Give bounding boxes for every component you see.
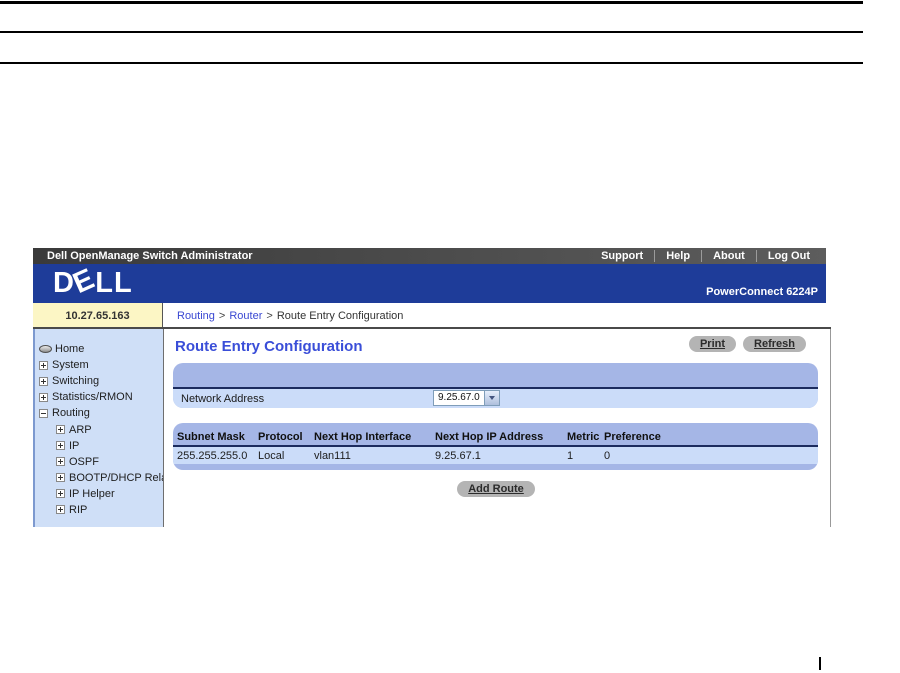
- navigation-tree: Home System Switching Statistics/RMON Ro…: [33, 329, 164, 527]
- network-address-row: Network Address 9.25.67.0: [173, 389, 818, 408]
- dell-logo: DELL: [53, 262, 133, 300]
- sidebar-item-label: RIP: [69, 503, 88, 516]
- print-button[interactable]: Print: [688, 336, 737, 352]
- content-right-border: [830, 329, 831, 527]
- network-address-value: 9.25.67.0: [438, 392, 480, 403]
- dropdown-button[interactable]: [483, 391, 499, 405]
- route-table-panel: Subnet Mask Protocol Next Hop Interface …: [173, 423, 818, 470]
- app-title: Dell OpenManage Switch Administrator: [47, 250, 253, 262]
- product-name: PowerConnect 6224P: [706, 286, 818, 298]
- col-subnet-mask: Subnet Mask: [177, 431, 245, 443]
- cell-next-hop-interface: vlan111: [314, 449, 351, 462]
- col-next-hop-interface: Next Hop Interface: [314, 431, 412, 443]
- add-route-button[interactable]: Add Route: [457, 481, 535, 497]
- add-route-button-row: Add Route: [164, 481, 828, 497]
- sidebar-item-label: Routing: [52, 407, 90, 420]
- expand-plus-icon[interactable]: [56, 457, 65, 467]
- expand-plus-icon[interactable]: [39, 376, 48, 386]
- cell-preference: 0: [604, 449, 611, 462]
- title-bar-links: Support Help About Log Out: [590, 248, 826, 264]
- document-rule-middle: [0, 31, 863, 33]
- expand-plus-icon[interactable]: [56, 505, 65, 515]
- page-title: Route Entry Configuration: [175, 338, 363, 355]
- col-metric: Metric: [567, 431, 600, 443]
- brand-bar: DELL PowerConnect 6224P: [33, 262, 826, 303]
- about-link[interactable]: About: [701, 250, 756, 262]
- document-page: Dell OpenManage Switch Administrator Sup…: [0, 0, 900, 673]
- sidebar-item-system[interactable]: System: [35, 357, 163, 373]
- chevron-down-icon: [488, 396, 495, 403]
- breadcrumb-link-router[interactable]: Router: [229, 310, 262, 322]
- cell-protocol: Local: [258, 449, 285, 462]
- support-link[interactable]: Support: [590, 250, 654, 262]
- sidebar-item-bootp-dhcp-relay[interactable]: BOOTP/DHCP Relay A: [35, 470, 163, 486]
- cell-subnet-mask: 255.255.255.0: [177, 449, 248, 462]
- network-address-label: Network Address: [181, 392, 265, 405]
- sidebar-item-arp[interactable]: ARP: [35, 421, 163, 437]
- switch-admin-screenshot: Dell OpenManage Switch Administrator Sup…: [33, 248, 833, 527]
- sidebar-item-label: System: [52, 359, 89, 372]
- collapse-minus-icon[interactable]: [39, 408, 48, 418]
- cell-metric: 1: [567, 449, 574, 462]
- sidebar-item-statistics-rmon[interactable]: Statistics/RMON: [35, 389, 163, 405]
- page-footer-tick: [819, 657, 821, 670]
- network-address-panel: Network Address 9.25.67.0: [173, 363, 818, 408]
- title-bar: Dell OpenManage Switch Administrator Sup…: [33, 248, 826, 264]
- sidebar-item-switching[interactable]: Switching: [35, 373, 163, 389]
- sidebar-item-label: Home: [55, 343, 85, 356]
- breadcrumb-separator: >: [218, 309, 226, 322]
- col-protocol: Protocol: [258, 431, 303, 443]
- sidebar-item-ospf[interactable]: OSPF: [35, 454, 163, 470]
- sidebar-item-label: IP: [69, 439, 80, 452]
- sidebar-item-label: OSPF: [69, 455, 99, 468]
- sidebar-item-ip[interactable]: IP: [35, 438, 163, 454]
- col-next-hop-ip: Next Hop IP Address: [435, 431, 544, 443]
- network-address-select[interactable]: 9.25.67.0: [433, 390, 500, 406]
- route-table-header: Subnet Mask Protocol Next Hop Interface …: [173, 429, 818, 445]
- sidebar-item-rip[interactable]: RIP: [35, 502, 163, 518]
- table-row: 255.255.255.0 Local vlan111 9.25.67.1 1 …: [173, 447, 818, 464]
- breadcrumb-current-page: Route Entry Configuration: [276, 309, 404, 322]
- document-rule-bottom: [0, 62, 863, 64]
- logout-link[interactable]: Log Out: [755, 250, 821, 262]
- main-content: Route Entry Configuration Print Refresh …: [164, 329, 830, 527]
- breadcrumb-separator: >: [266, 309, 273, 322]
- breadcrumb: Routing > Router > Route Entry Configura…: [164, 303, 831, 328]
- help-link[interactable]: Help: [654, 250, 701, 262]
- expand-plus-icon[interactable]: [39, 360, 48, 370]
- route-table-row: 255.255.255.0 Local vlan111 9.25.67.1 1 …: [173, 447, 818, 464]
- expand-plus-icon[interactable]: [56, 425, 65, 435]
- page-action-buttons: Print Refresh: [688, 336, 806, 352]
- expand-plus-icon[interactable]: [56, 441, 65, 451]
- sidebar-item-label: Statistics/RMON: [52, 391, 133, 404]
- col-preference: Preference: [604, 431, 661, 443]
- expand-plus-icon[interactable]: [56, 489, 65, 499]
- sidebar-item-label: ARP: [69, 423, 92, 436]
- logo-letters-ll: LL: [95, 267, 133, 299]
- cell-next-hop-ip: 9.25.67.1: [435, 449, 481, 462]
- expand-plus-icon[interactable]: [56, 473, 65, 483]
- breadcrumb-link-routing[interactable]: Routing: [177, 310, 215, 322]
- expand-plus-icon[interactable]: [39, 392, 48, 402]
- device-ip-address: 10.27.65.163: [33, 303, 163, 328]
- sidebar-item-home[interactable]: Home: [35, 341, 163, 357]
- sidebar-item-label: Switching: [52, 375, 100, 388]
- sidebar-item-routing[interactable]: Routing: [35, 405, 163, 421]
- sidebar-item-label: BOOTP/DHCP Relay A: [69, 471, 163, 484]
- document-rule-top: [0, 1, 863, 4]
- home-disk-icon: [39, 345, 52, 354]
- sidebar-item-label: IP Helper: [69, 487, 115, 500]
- sidebar-item-ip-helper[interactable]: IP Helper: [35, 486, 163, 502]
- refresh-button[interactable]: Refresh: [743, 336, 806, 352]
